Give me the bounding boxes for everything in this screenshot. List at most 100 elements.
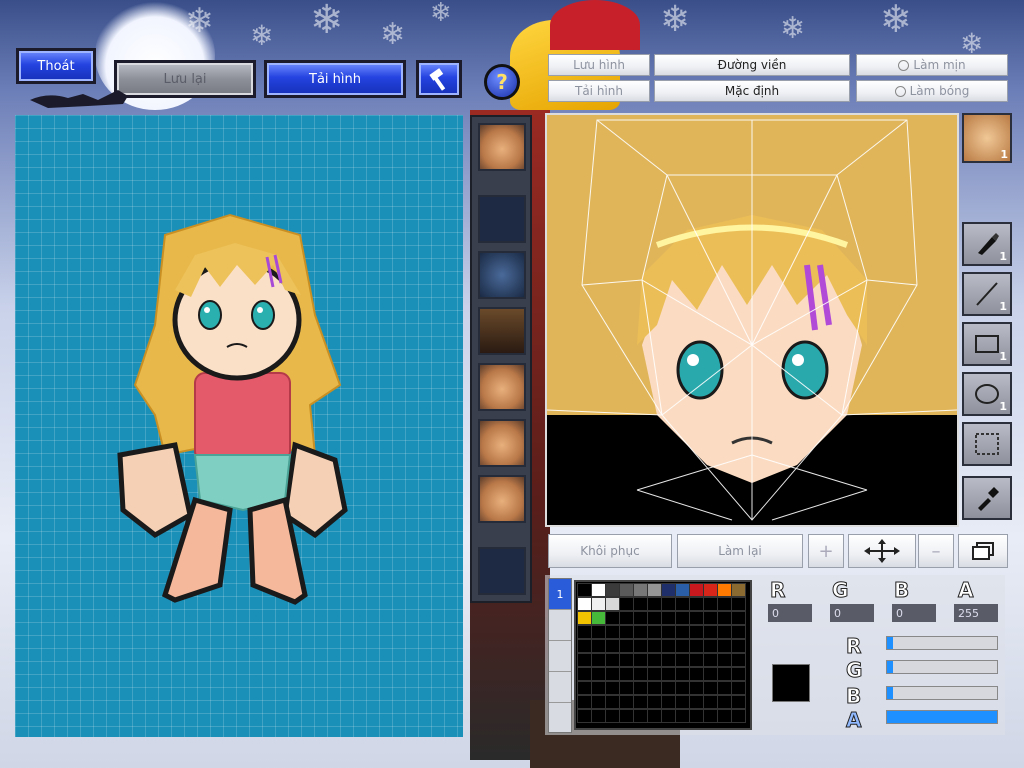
palette-swatch[interactable] [717, 681, 732, 695]
eyedropper-tool[interactable] [962, 476, 1012, 520]
palette-swatch[interactable] [577, 709, 592, 723]
palette-swatch[interactable] [633, 583, 648, 597]
palette-swatch[interactable] [703, 695, 718, 709]
g-slider[interactable] [886, 660, 998, 674]
g-value-field[interactable]: 0 [830, 604, 874, 622]
palette-swatch[interactable] [605, 625, 620, 639]
character-preview-canvas[interactable] [15, 115, 463, 737]
palette-swatch[interactable] [661, 695, 676, 709]
part-thumb-empty[interactable] [478, 195, 526, 243]
palette-swatch[interactable] [717, 625, 732, 639]
palette-swatch[interactable] [703, 639, 718, 653]
palette-swatch[interactable] [577, 667, 592, 681]
smooth-toggle[interactable]: Làm mịn [856, 54, 1008, 76]
palette-swatch[interactable] [703, 625, 718, 639]
palette-swatch[interactable] [731, 681, 746, 695]
b-value-field[interactable]: 0 [892, 604, 936, 622]
palette-swatch[interactable] [731, 639, 746, 653]
palette-swatch[interactable] [647, 709, 662, 723]
palette-swatch[interactable] [675, 653, 690, 667]
palette-swatch[interactable] [675, 709, 690, 723]
palette-swatch[interactable] [675, 611, 690, 625]
palette-swatch[interactable] [591, 709, 606, 723]
palette-swatch[interactable] [591, 681, 606, 695]
palette-swatch[interactable] [703, 667, 718, 681]
palette-swatch[interactable] [675, 667, 690, 681]
palette-swatch[interactable] [591, 611, 606, 625]
palette-tab-5[interactable] [549, 702, 571, 733]
palette-tab-1[interactable]: 1 [549, 579, 571, 609]
palette-swatch[interactable] [647, 625, 662, 639]
palette-swatch[interactable] [633, 695, 648, 709]
palette-swatch[interactable] [675, 625, 690, 639]
part-thumb-empty[interactable] [478, 547, 526, 595]
palette-swatch[interactable] [661, 583, 676, 597]
palette-swatch[interactable] [689, 667, 704, 681]
default-button[interactable]: Mặc định [654, 80, 850, 102]
palette-swatch[interactable] [731, 625, 746, 639]
palette-swatch[interactable] [661, 667, 676, 681]
palette-swatch[interactable] [619, 611, 634, 625]
palette-swatch[interactable] [647, 695, 662, 709]
palette-tab-4[interactable] [549, 671, 571, 702]
palette-swatch[interactable] [619, 709, 634, 723]
palette-swatch[interactable] [605, 639, 620, 653]
palette-swatch[interactable] [675, 681, 690, 695]
brush-tool[interactable]: 1 [962, 222, 1012, 266]
part-thumb-goggles[interactable] [478, 363, 526, 411]
palette-swatch[interactable] [605, 611, 620, 625]
reload-image-button-2[interactable]: Tải hình [548, 80, 650, 102]
shine-toggle[interactable]: Làm bóng [856, 80, 1008, 102]
palette-swatch[interactable] [647, 597, 662, 611]
palette-swatch[interactable] [633, 667, 648, 681]
palette-swatch[interactable] [717, 667, 732, 681]
palette-swatch[interactable] [577, 597, 592, 611]
palette-swatch[interactable] [605, 583, 620, 597]
palette-swatch[interactable] [703, 709, 718, 723]
palette-swatch[interactable] [647, 667, 662, 681]
palette-swatch[interactable] [703, 597, 718, 611]
reload-image-button[interactable]: Tải hình [264, 60, 406, 98]
palette-swatch[interactable] [689, 681, 704, 695]
palette-swatch[interactable] [647, 611, 662, 625]
palette-swatch[interactable] [675, 695, 690, 709]
palette-swatch[interactable] [689, 625, 704, 639]
palette-swatch[interactable] [619, 695, 634, 709]
selection-tool[interactable] [962, 422, 1012, 466]
palette-swatch[interactable] [731, 695, 746, 709]
palette-swatch[interactable] [591, 597, 606, 611]
move-button[interactable] [848, 534, 916, 568]
palette-swatch[interactable] [591, 639, 606, 653]
palette-swatch[interactable] [689, 597, 704, 611]
palette-swatch[interactable] [647, 681, 662, 695]
palette-swatch[interactable] [717, 611, 732, 625]
palette-swatch[interactable] [717, 695, 732, 709]
palette-swatch[interactable] [731, 709, 746, 723]
palette-swatch[interactable] [591, 653, 606, 667]
palette-swatch[interactable] [591, 695, 606, 709]
palette-swatch[interactable] [647, 653, 662, 667]
palette-swatch[interactable] [661, 681, 676, 695]
palette-swatch[interactable] [717, 583, 732, 597]
layers-button[interactable] [958, 534, 1008, 568]
palette-swatch[interactable] [675, 639, 690, 653]
palette-swatch[interactable] [577, 695, 592, 709]
palette-swatch[interactable] [577, 653, 592, 667]
palette-swatch[interactable] [619, 625, 634, 639]
palette-swatch[interactable] [647, 639, 662, 653]
palette-swatch[interactable] [619, 653, 634, 667]
palette-swatch[interactable] [717, 639, 732, 653]
part-thumb-head[interactable] [478, 123, 526, 171]
zoom-in-button[interactable]: + [808, 534, 844, 568]
palette-swatch[interactable] [577, 681, 592, 695]
palette-swatch[interactable] [577, 639, 592, 653]
palette-swatch[interactable] [703, 611, 718, 625]
palette-swatch[interactable] [661, 611, 676, 625]
part-thumb-hair[interactable] [478, 251, 526, 299]
part-thumb-face[interactable] [478, 419, 526, 467]
ellipse-tool[interactable]: 1 [962, 372, 1012, 416]
palette-swatch[interactable] [605, 653, 620, 667]
hammer-button[interactable] [416, 60, 462, 98]
palette-swatch[interactable] [731, 653, 746, 667]
palette-swatch[interactable] [633, 597, 648, 611]
